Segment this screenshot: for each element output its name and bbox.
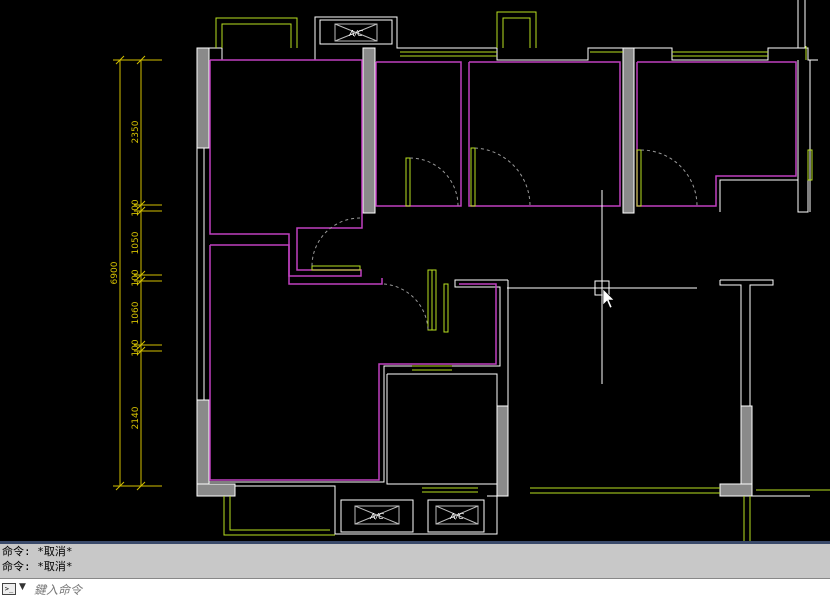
ac-label-bottom-left: A/C: [369, 512, 384, 521]
dimension-seg-5: 1060: [131, 301, 141, 324]
command-input-bar: >_ ▼: [0, 578, 830, 600]
chevron-down-icon[interactable]: ▼: [19, 582, 26, 592]
dimension-seg-3: 1050: [131, 231, 141, 254]
command-prompt-icon[interactable]: >_: [2, 583, 16, 595]
dimension-overall: 6900: [110, 261, 120, 284]
ac-label-bottom-right: A/C: [449, 512, 464, 521]
command-history-line: 命令: *取消*: [2, 560, 73, 573]
command-input[interactable]: [34, 581, 814, 598]
ac-label-top: A/C: [348, 29, 363, 38]
dimension-seg-7: 2140: [131, 406, 141, 429]
dimension-seg-2: 100: [131, 199, 141, 216]
command-history-line: 命令: *取消*: [2, 545, 73, 558]
dimension-seg-1: 2350: [131, 120, 141, 143]
dimension-seg-4: 100: [131, 269, 141, 286]
dimension-seg-6: 100: [131, 339, 141, 356]
command-history: 命令: *取消* 命令: *取消*: [0, 541, 830, 578]
drawing-canvas[interactable]: 6900 2350 100 1050 100 1060 100 2140 A/C…: [0, 0, 830, 541]
